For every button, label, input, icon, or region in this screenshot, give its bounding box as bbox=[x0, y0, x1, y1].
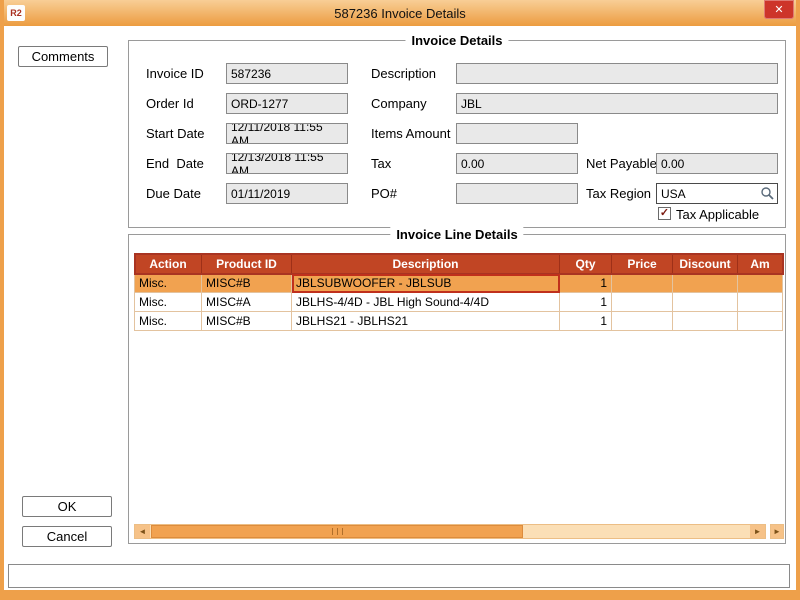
ok-button[interactable]: OK bbox=[22, 496, 112, 517]
status-bar bbox=[8, 564, 790, 588]
scroll-far-right-button[interactable]: ► bbox=[770, 524, 784, 539]
cell-product-id[interactable]: MISC#B bbox=[202, 312, 292, 331]
order-id-field[interactable]: ORD-1277 bbox=[226, 93, 348, 114]
column-header-product-id: Product ID bbox=[202, 254, 292, 274]
scrollbar-thumb[interactable] bbox=[151, 525, 523, 538]
net-payable-field[interactable]: 0.00 bbox=[656, 153, 778, 174]
table-row[interactable]: Misc. MISC#B JBLHS21 - JBLHS21 1 bbox=[135, 312, 783, 331]
table-row[interactable]: Misc. MISC#B JBLSUBWOOFER - JBLSUB 1 bbox=[135, 274, 783, 293]
tax-label: Tax bbox=[371, 156, 391, 171]
cell-description[interactable]: JBLSUBWOOFER - JBLSUB bbox=[292, 274, 560, 293]
scroll-left-icon: ◄ bbox=[139, 527, 147, 536]
app-icon: R2 bbox=[7, 5, 25, 21]
cell-qty[interactable]: 1 bbox=[560, 312, 612, 331]
scrollbar-grip bbox=[342, 528, 343, 535]
scrollbar-grip bbox=[332, 528, 333, 535]
cell-qty[interactable]: 1 bbox=[560, 274, 612, 293]
column-header-action: Action bbox=[135, 254, 202, 274]
cell-product-id[interactable]: MISC#B bbox=[202, 274, 292, 293]
window-title: 587236 Invoice Details bbox=[4, 6, 796, 21]
tax-region-field[interactable]: USA bbox=[656, 183, 778, 204]
invoice-details-group: Invoice Details Invoice ID 587236 Descri… bbox=[128, 40, 786, 228]
search-icon[interactable] bbox=[760, 186, 775, 204]
tax-region-value: USA bbox=[661, 187, 686, 201]
cell-action[interactable]: Misc. bbox=[135, 312, 202, 331]
scroll-right-icon: ► bbox=[754, 527, 762, 536]
end-date-label: End Date bbox=[146, 156, 204, 171]
table-row[interactable]: Misc. MISC#A JBLHS-4/4D - JBL High Sound… bbox=[135, 293, 783, 312]
tax-applicable-label: Tax Applicable bbox=[676, 207, 759, 222]
start-date-label: Start Date bbox=[146, 126, 205, 141]
cell-amount[interactable] bbox=[738, 293, 783, 312]
scroll-left-button[interactable]: ◄ bbox=[135, 525, 150, 538]
description-label: Description bbox=[371, 66, 436, 81]
app-icon-text: R2 bbox=[10, 8, 22, 18]
scroll-right-button[interactable]: ► bbox=[750, 525, 765, 538]
invoice-id-label: Invoice ID bbox=[146, 66, 204, 81]
cell-qty[interactable]: 1 bbox=[560, 293, 612, 312]
start-date-field[interactable]: 12/11/2018 11:55 AM bbox=[226, 123, 348, 144]
po-field[interactable] bbox=[456, 183, 578, 204]
invoice-line-details-group: Invoice Line Details Action Product ID D… bbox=[128, 234, 786, 544]
due-date-field[interactable]: 01/11/2019 bbox=[226, 183, 348, 204]
scrollbar-grip bbox=[337, 528, 338, 535]
order-id-label: Order Id bbox=[146, 96, 194, 111]
cell-action[interactable]: Misc. bbox=[135, 293, 202, 312]
cell-discount[interactable] bbox=[673, 312, 738, 331]
horizontal-scrollbar[interactable]: ◄ ► bbox=[134, 524, 766, 539]
column-header-description: Description bbox=[292, 254, 560, 274]
description-field[interactable] bbox=[456, 63, 778, 84]
company-field[interactable]: JBL bbox=[456, 93, 778, 114]
cell-price[interactable] bbox=[612, 312, 673, 331]
column-header-discount: Discount bbox=[673, 254, 738, 274]
cell-action[interactable]: Misc. bbox=[135, 274, 202, 293]
checkmark-icon: ✓ bbox=[660, 208, 669, 219]
close-icon: ✕ bbox=[774, 3, 783, 16]
due-date-label: Due Date bbox=[146, 186, 201, 201]
table-header-row: Action Product ID Description Qty Price … bbox=[135, 254, 783, 274]
invoice-details-group-title: Invoice Details bbox=[405, 33, 508, 48]
close-button[interactable]: ✕ bbox=[764, 0, 794, 19]
cell-discount[interactable] bbox=[673, 274, 738, 293]
cell-discount[interactable] bbox=[673, 293, 738, 312]
cell-description[interactable]: JBLHS-4/4D - JBL High Sound-4/4D bbox=[292, 293, 560, 312]
tax-region-label: Tax Region bbox=[586, 186, 651, 201]
cell-price[interactable] bbox=[612, 274, 673, 293]
invoice-id-field[interactable]: 587236 bbox=[226, 63, 348, 84]
items-amount-label: Items Amount bbox=[371, 126, 450, 141]
titlebar: R2 587236 Invoice Details ✕ bbox=[4, 0, 796, 26]
comments-button[interactable]: Comments bbox=[18, 46, 108, 67]
cell-amount[interactable] bbox=[738, 312, 783, 331]
column-header-price: Price bbox=[612, 254, 673, 274]
cell-price[interactable] bbox=[612, 293, 673, 312]
tax-field[interactable]: 0.00 bbox=[456, 153, 578, 174]
cancel-button[interactable]: Cancel bbox=[22, 526, 112, 547]
column-header-qty: Qty bbox=[560, 254, 612, 274]
end-date-field[interactable]: 12/13/2018 11:55 AM bbox=[226, 153, 348, 174]
items-amount-field[interactable] bbox=[456, 123, 578, 144]
invoice-line-details-group-title: Invoice Line Details bbox=[390, 227, 523, 242]
po-label: PO# bbox=[371, 186, 397, 201]
invoice-details-window: R2 587236 Invoice Details ✕ Comments OK … bbox=[0, 0, 800, 600]
scroll-far-right-icon: ► bbox=[773, 527, 781, 536]
cell-product-id[interactable]: MISC#A bbox=[202, 293, 292, 312]
net-payable-label: Net Payable bbox=[586, 156, 657, 171]
cell-amount[interactable] bbox=[738, 274, 783, 293]
tax-applicable-checkbox[interactable]: ✓ bbox=[658, 207, 671, 220]
company-label: Company bbox=[371, 96, 427, 111]
cell-description[interactable]: JBLHS21 - JBLHS21 bbox=[292, 312, 560, 331]
line-items-table: Action Product ID Description Qty Price … bbox=[134, 253, 783, 331]
column-header-amount: Am bbox=[738, 254, 783, 274]
